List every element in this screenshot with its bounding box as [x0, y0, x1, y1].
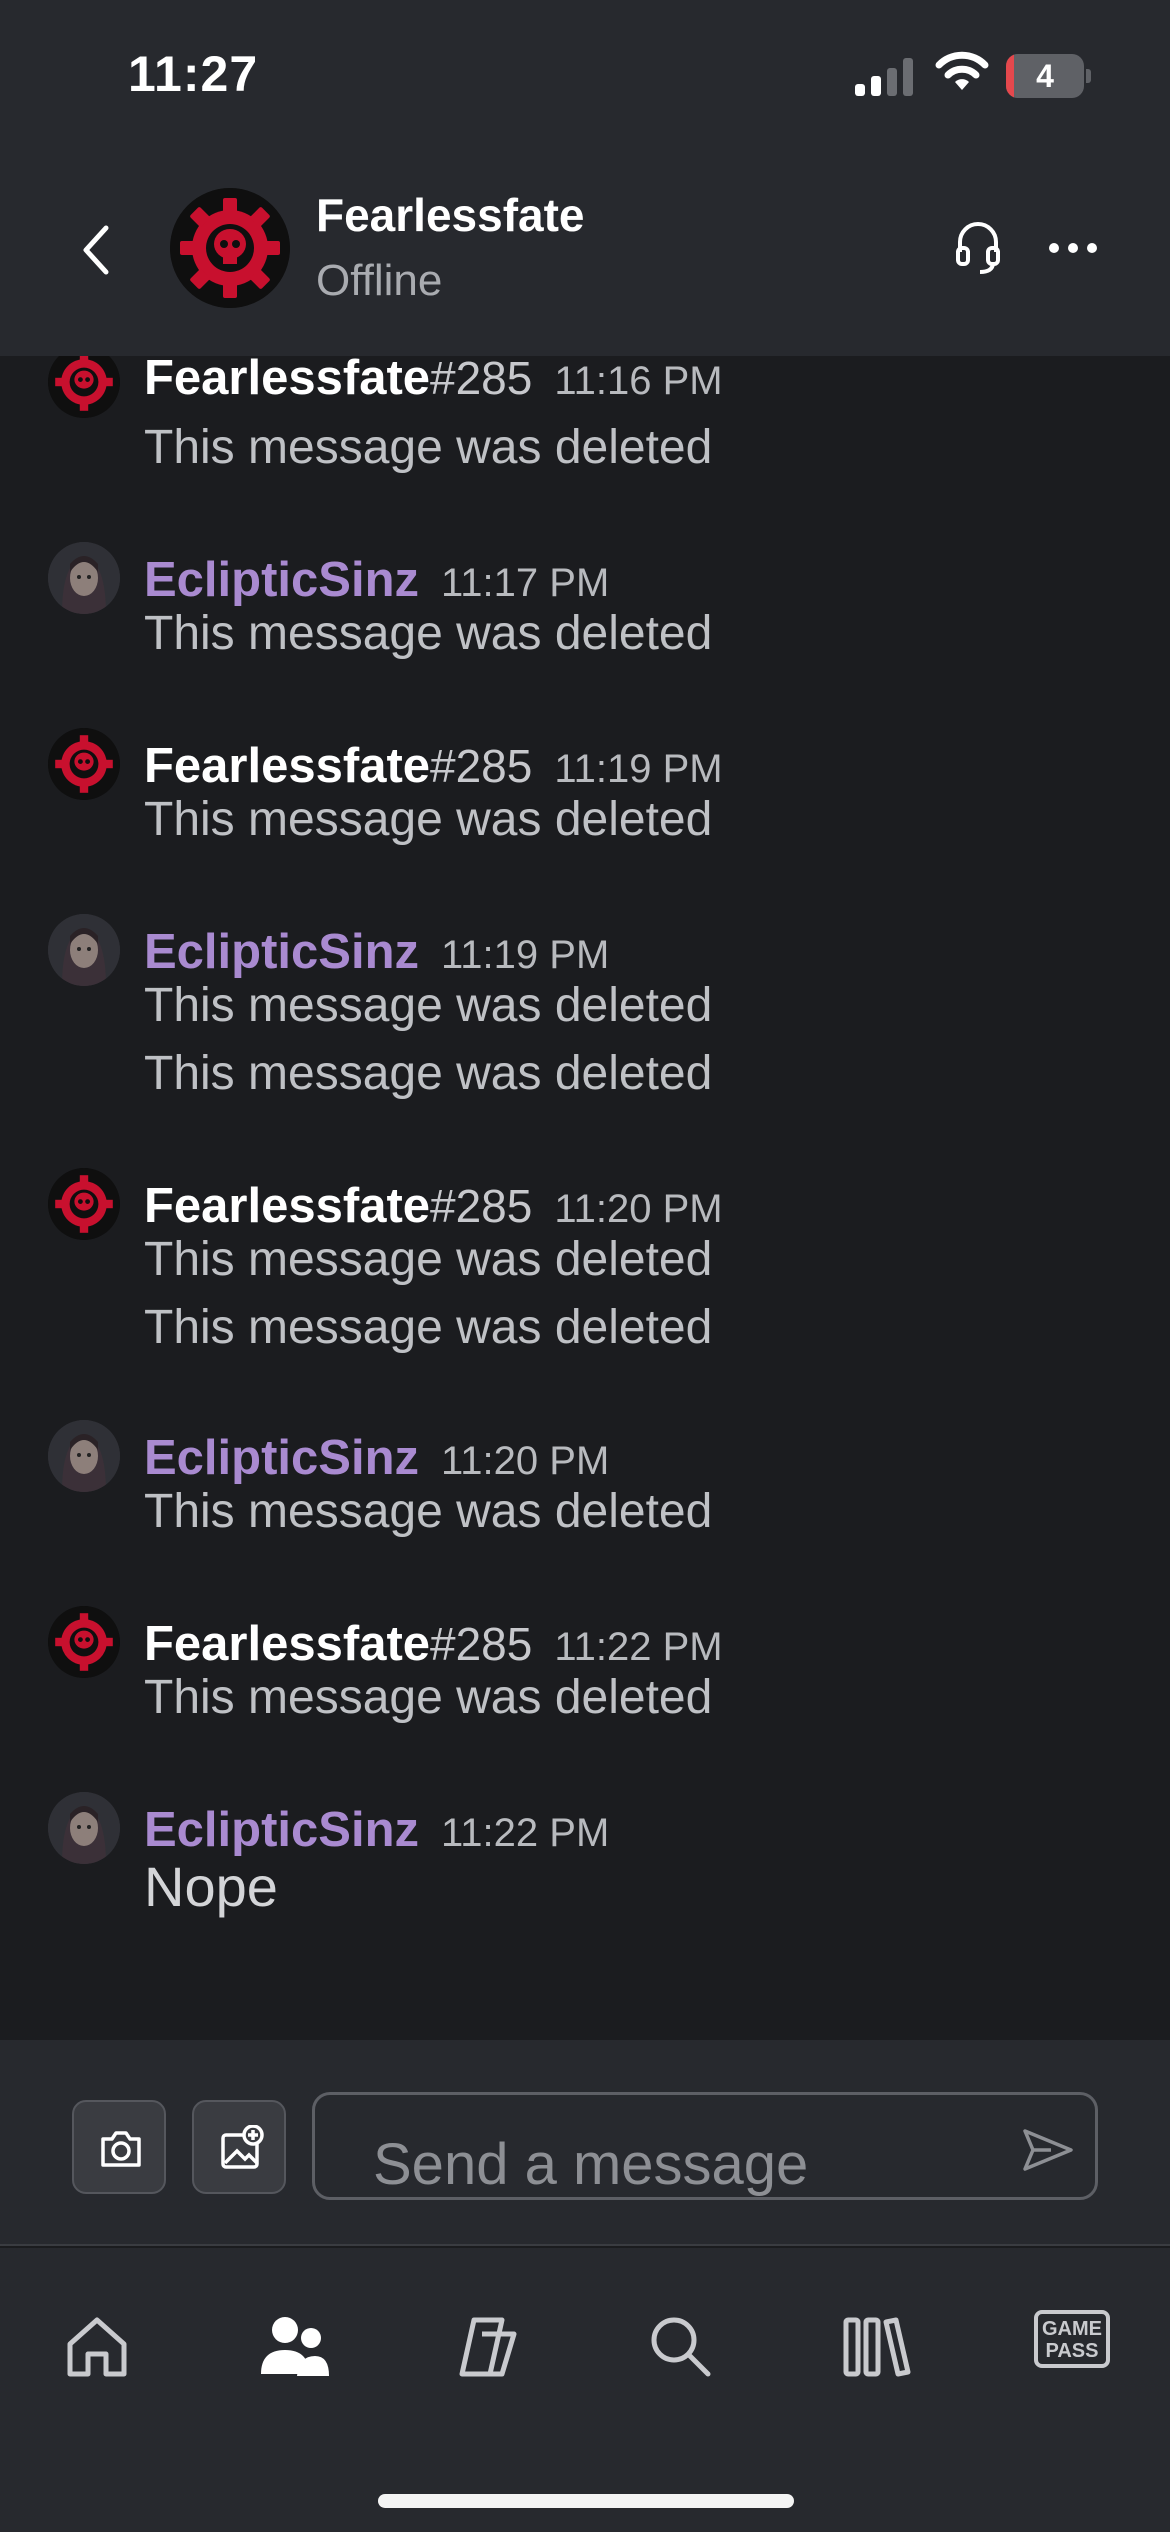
battery-icon: 4	[1006, 54, 1091, 98]
camera-button[interactable]	[72, 2100, 166, 2194]
message-text: This message was deleted	[144, 607, 713, 660]
sender-name[interactable]: Fearlessfate	[144, 738, 430, 794]
people-icon	[261, 2317, 329, 2376]
wifi-icon	[935, 51, 989, 90]
sender-tag: #285	[430, 356, 533, 404]
message-text: Nope	[144, 1855, 278, 1918]
message-time: 11:17 PM	[441, 561, 610, 605]
sender-name[interactable]: EclipticSinz	[144, 1430, 419, 1486]
status-time: 11:27	[128, 46, 259, 102]
search-icon	[651, 2317, 711, 2377]
nav-home[interactable]	[52, 2302, 142, 2392]
conversation-header: Fearlessfate Offline	[0, 150, 1170, 356]
sender-tag: #285	[430, 740, 533, 792]
sender-name[interactable]: EclipticSinz	[144, 1802, 419, 1858]
gears-skull-avatar[interactable]	[48, 1606, 120, 1678]
sender-name[interactable]: EclipticSinz	[144, 552, 419, 608]
message-time: 11:16 PM	[554, 359, 723, 403]
nav-game-pass[interactable]: GAME PASS	[1034, 2310, 1110, 2368]
eclipticsinz-avatar[interactable]	[48, 914, 120, 986]
sender-name[interactable]: Fearlessfate	[144, 1178, 430, 1234]
message-time: 11:19 PM	[554, 747, 723, 791]
sender-tag: #285	[430, 1180, 533, 1232]
message-time: 11:22 PM	[441, 1811, 610, 1855]
bottom-nav: GAME PASS	[0, 2248, 1170, 2532]
eclipticsinz-avatar[interactable]	[48, 542, 120, 614]
message-composer: Send a message	[0, 2040, 1170, 2246]
message-list[interactable]: Fearlessfate#285 11:16 PM This message wa…	[0, 356, 1170, 2040]
message-time: 11:22 PM	[554, 1625, 723, 1669]
home-icon	[67, 2317, 127, 2377]
gears-skull-avatar[interactable]	[48, 1168, 120, 1240]
message-time: 11:20 PM	[554, 1187, 723, 1231]
nav-search[interactable]	[636, 2302, 726, 2392]
more-options-icon[interactable]	[1046, 226, 1100, 270]
sender-name[interactable]: Fearlessfate	[144, 356, 430, 406]
cellular-signal-icon	[855, 56, 915, 96]
add-image-icon	[221, 2125, 264, 2169]
message-time: 11:19 PM	[441, 933, 610, 977]
copilot-icon	[459, 2317, 517, 2377]
eclipticsinz-avatar[interactable]	[48, 1420, 120, 1492]
contact-name: Fearlessfate	[316, 189, 585, 241]
contact-avatar[interactable]	[170, 188, 290, 308]
message-text: This message was deleted	[144, 1671, 713, 1724]
nav-library[interactable]	[830, 2302, 920, 2392]
message-time: 11:20 PM	[441, 1439, 610, 1483]
library-icon	[843, 2317, 911, 2377]
home-indicator[interactable]	[378, 2494, 794, 2508]
sender-tag: #285	[430, 1618, 533, 1670]
send-icon[interactable]	[1021, 2125, 1075, 2175]
add-image-button[interactable]	[192, 2100, 286, 2194]
gears-skull-avatar[interactable]	[48, 728, 120, 800]
message-text: This message was deleted	[144, 1301, 713, 1354]
nav-people[interactable]	[247, 2302, 337, 2392]
sender-name[interactable]: EclipticSinz	[144, 924, 419, 980]
message-text: This message was deleted	[144, 1233, 713, 1286]
message-text: This message was deleted	[144, 421, 713, 474]
sender-name[interactable]: Fearlessfate	[144, 1616, 430, 1672]
back-chevron-icon[interactable]	[74, 220, 118, 280]
camera-icon	[101, 2131, 141, 2167]
battery-level: 4	[1036, 58, 1054, 94]
message-text: This message was deleted	[144, 793, 713, 846]
status-bar: 11:27 4	[0, 0, 1170, 150]
contact-status: Offline	[316, 256, 443, 305]
message-text: This message was deleted	[144, 1047, 713, 1100]
gears-skull-avatar[interactable]	[48, 356, 120, 418]
message-input[interactable]: Send a message	[312, 2092, 1098, 2200]
nav-copilot[interactable]	[442, 2302, 532, 2392]
message-input-placeholder: Send a message	[373, 2132, 809, 2197]
party-headset-icon[interactable]	[954, 218, 1002, 278]
message-text: This message was deleted	[144, 979, 713, 1032]
message-text: This message was deleted	[144, 1485, 713, 1538]
gears-skull-icon	[170, 188, 290, 308]
game-pass-icon: GAME PASS	[1042, 2318, 1102, 2362]
eclipticsinz-avatar[interactable]	[48, 1792, 120, 1864]
